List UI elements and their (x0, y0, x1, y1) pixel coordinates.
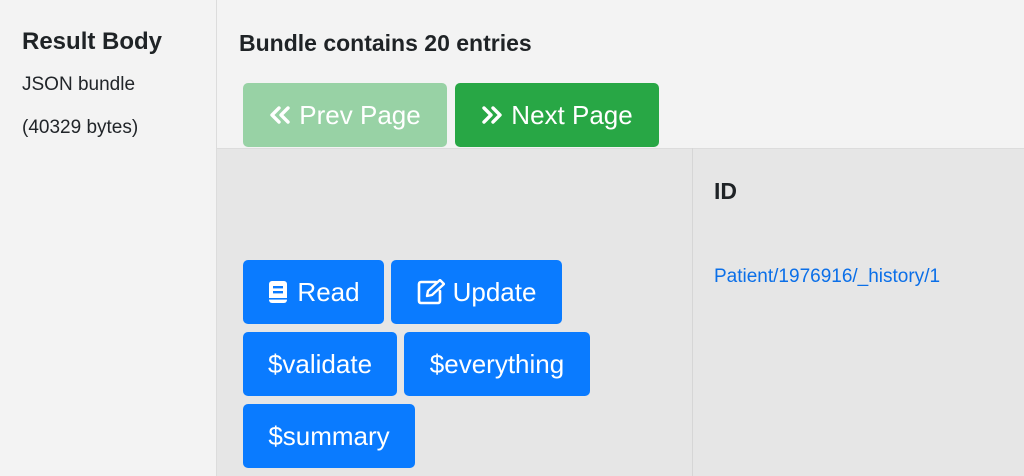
resource-id-link[interactable]: Patient/1976916/_history/1 (714, 266, 940, 288)
validate-label: $validate (267, 348, 373, 379)
update-label: Update (452, 276, 537, 307)
read-button[interactable]: Read (243, 260, 384, 324)
summary-label: $summary (268, 420, 390, 451)
bundle-title: Bundle contains 20 entries (239, 30, 532, 56)
result-type: JSON bundle (22, 74, 136, 95)
table-header-row (217, 148, 1024, 235)
column-divider (692, 148, 693, 476)
next-page-label: Next Page (511, 99, 633, 130)
prev-page-label: Prev Page (299, 99, 421, 130)
everything-button[interactable]: $everything (404, 332, 590, 396)
edit-icon (417, 279, 445, 305)
double-chevron-left-icon (269, 106, 291, 124)
everything-label: $everything (429, 348, 565, 379)
prev-page-button[interactable]: Prev Page (243, 83, 447, 147)
result-body-heading: Result Body (22, 28, 163, 55)
next-page-button[interactable]: Next Page (455, 83, 659, 147)
bundle-panel: Bundle contains 20 entries Prev Page Nex… (217, 0, 1024, 476)
id-column-header: ID (714, 178, 737, 204)
result-body-panel: Result Body JSON bundle (40329 bytes) (0, 0, 217, 476)
result-size: (40329 bytes) (22, 117, 139, 138)
book-icon (267, 280, 289, 304)
update-button[interactable]: Update (391, 260, 562, 324)
summary-button[interactable]: $summary (243, 404, 415, 468)
double-chevron-right-icon (481, 106, 503, 124)
read-label: Read (297, 276, 360, 307)
validate-button[interactable]: $validate (243, 332, 397, 396)
